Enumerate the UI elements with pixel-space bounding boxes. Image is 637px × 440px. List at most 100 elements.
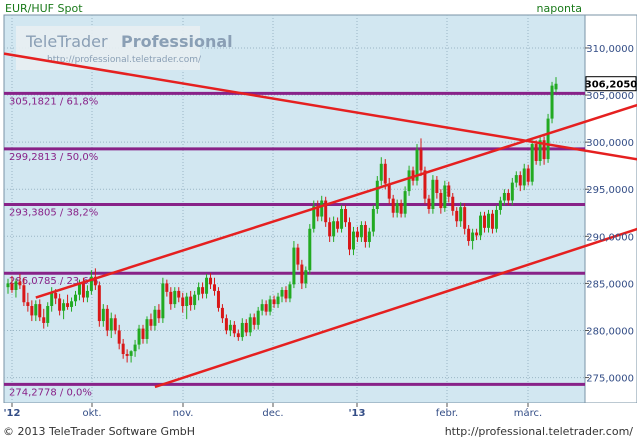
candle-body bbox=[379, 163, 383, 181]
candle-body bbox=[58, 298, 62, 311]
candle-body bbox=[375, 180, 379, 209]
candle-body bbox=[121, 343, 125, 355]
candle-body bbox=[14, 281, 18, 290]
candle-body bbox=[165, 283, 169, 292]
y-tick-label: 305,0000 bbox=[586, 91, 634, 102]
candle-body bbox=[216, 290, 220, 308]
candle-body bbox=[371, 209, 375, 232]
candle-body bbox=[18, 281, 22, 286]
candle-body bbox=[419, 149, 423, 171]
candle-body bbox=[486, 213, 490, 228]
candle-body bbox=[475, 232, 479, 236]
candle-body bbox=[348, 222, 352, 250]
candle-body bbox=[133, 344, 137, 352]
candle-body bbox=[117, 330, 121, 344]
candle-body bbox=[514, 175, 518, 183]
candle-body bbox=[101, 308, 105, 322]
candle-body bbox=[459, 207, 463, 222]
candle-body bbox=[530, 144, 534, 182]
candle-body bbox=[506, 192, 510, 201]
instrument-title: EUR/HUF Spot bbox=[5, 2, 83, 15]
candle-body bbox=[391, 198, 395, 213]
y-tick-label: 275,0000 bbox=[586, 374, 634, 385]
candle-body bbox=[498, 200, 502, 210]
period-label: naponta bbox=[537, 2, 582, 15]
candle-body bbox=[173, 290, 177, 305]
candle-body bbox=[185, 296, 189, 306]
candle-body bbox=[383, 163, 387, 184]
candle-body bbox=[189, 296, 193, 306]
fib-level-label: 305,1821 / 61,8% bbox=[9, 96, 98, 107]
candle-body bbox=[46, 306, 50, 323]
x-tick-label: '13 bbox=[349, 408, 366, 419]
candle-body bbox=[395, 203, 399, 213]
candle-body bbox=[490, 213, 494, 229]
watermark-brand-bold: Professional bbox=[121, 32, 233, 51]
watermark-brand-light: TeleTrader bbox=[25, 32, 108, 51]
candle-body bbox=[97, 285, 101, 322]
candle-body bbox=[439, 192, 443, 209]
candle-body bbox=[443, 185, 447, 209]
candle-body bbox=[244, 322, 248, 333]
candle-body bbox=[340, 209, 344, 229]
candle-body bbox=[280, 289, 284, 297]
candle-body bbox=[169, 291, 173, 305]
candle-body bbox=[153, 309, 157, 326]
footer-url[interactable]: http://professional.teletrader.com/ bbox=[445, 425, 633, 438]
candle-body bbox=[367, 231, 371, 242]
candle-body bbox=[209, 277, 213, 285]
candle-body bbox=[34, 304, 38, 316]
candle-body bbox=[304, 270, 308, 284]
candle-body bbox=[105, 308, 109, 331]
candle-body bbox=[407, 170, 411, 192]
candle-body bbox=[399, 203, 403, 214]
candle-body bbox=[81, 283, 85, 298]
candle-body bbox=[447, 185, 451, 197]
candle-body bbox=[197, 287, 201, 295]
candle-body bbox=[264, 304, 268, 312]
candle-body bbox=[212, 284, 216, 291]
x-tick-label: okt. bbox=[82, 408, 101, 419]
candle-body bbox=[328, 222, 332, 237]
candle-body bbox=[26, 302, 30, 306]
candle-body bbox=[284, 289, 288, 299]
candle-body bbox=[252, 317, 256, 325]
candle-body bbox=[145, 319, 149, 339]
candle-body bbox=[300, 264, 304, 284]
candle-body bbox=[554, 83, 558, 90]
candle-body bbox=[50, 292, 54, 306]
candle-body bbox=[224, 318, 228, 331]
candle-body bbox=[276, 296, 280, 305]
watermark: TeleTrader Professional http://professio… bbox=[16, 26, 233, 70]
candle-body bbox=[10, 283, 14, 290]
candle-body bbox=[467, 228, 471, 242]
y-tick-label: 280,0000 bbox=[586, 326, 634, 337]
candle-body bbox=[141, 328, 145, 339]
candle-body bbox=[236, 333, 240, 338]
x-tick-label: márc. bbox=[514, 407, 542, 419]
candle-body bbox=[201, 287, 205, 294]
candle-body bbox=[74, 294, 78, 302]
candle-body bbox=[161, 283, 165, 319]
candle-body bbox=[463, 207, 467, 229]
footer: © 2013 TeleTrader Software GmbH http://p… bbox=[0, 423, 637, 440]
candle-body bbox=[546, 118, 550, 160]
candle-body bbox=[351, 231, 355, 250]
y-tick-label: 285,0000 bbox=[586, 279, 634, 290]
candle-body bbox=[232, 324, 236, 334]
footer-copyright: © 2013 TeleTrader Software GmbH bbox=[3, 425, 196, 438]
candle-body bbox=[320, 200, 324, 217]
x-tick-label: dec. bbox=[262, 408, 283, 419]
candle-body bbox=[137, 328, 141, 345]
candle-body bbox=[70, 301, 74, 307]
candle-body bbox=[177, 290, 181, 298]
last-price-marker: 306,2050 bbox=[585, 76, 637, 92]
candle-body bbox=[510, 182, 514, 201]
candle-body bbox=[483, 215, 487, 228]
candle-body bbox=[403, 191, 407, 214]
candle-body bbox=[332, 221, 336, 237]
candle-body bbox=[455, 210, 459, 222]
candle-body bbox=[6, 283, 10, 288]
candle-body bbox=[205, 277, 209, 294]
candle-body bbox=[240, 322, 244, 338]
